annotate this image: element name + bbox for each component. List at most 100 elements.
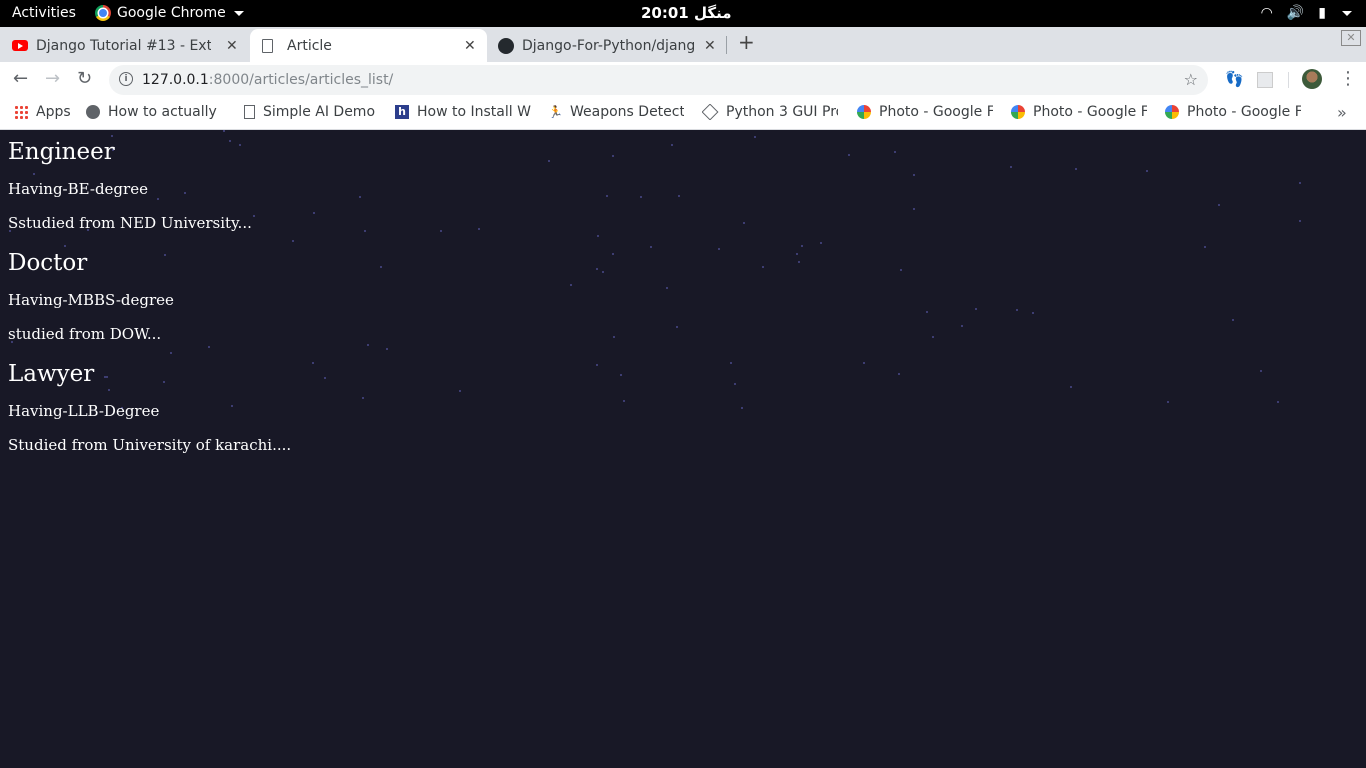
- bookmark-item[interactable]: 🏃 Weapons Detect: [548, 104, 684, 120]
- battery-icon[interactable]: ▮: [1318, 5, 1326, 21]
- bookmark-item[interactable]: How to actually: [86, 104, 224, 120]
- clock[interactable]: منگل 20:01: [641, 4, 732, 22]
- google-photos-icon: [1165, 105, 1179, 119]
- article-lawyer: Lawyer Having-LLB-Degree Studied from Un…: [8, 361, 291, 453]
- tab-title: Django-For-Python/djang: [522, 37, 694, 54]
- document-icon: [262, 38, 273, 53]
- background-star-dot: [863, 362, 865, 364]
- background-star-dot: [223, 130, 225, 132]
- background-star-dot: [734, 383, 736, 385]
- background-star-dot: [362, 397, 364, 399]
- bookmark-item[interactable]: Photo - Google F: [857, 104, 993, 120]
- background-star-dot: [975, 308, 977, 310]
- new-tab-button[interactable]: +: [738, 30, 755, 54]
- app-menu-label: Google Chrome: [117, 5, 226, 21]
- background-star-dot: [898, 373, 900, 375]
- close-tab-icon[interactable]: ✕: [464, 38, 476, 54]
- bookmark-item[interactable]: h How to Install W: [395, 104, 531, 120]
- activities-button[interactable]: Activities: [12, 5, 76, 21]
- wifi-icon[interactable]: ◠: [1261, 5, 1273, 21]
- background-star-dot: [380, 266, 382, 268]
- url-text[interactable]: 127.0.0.1:8000/articles/articles_list/: [142, 72, 393, 88]
- bookmark-apps[interactable]: Apps: [14, 104, 71, 120]
- background-star-dot: [666, 287, 668, 289]
- background-star-dot: [367, 344, 369, 346]
- extension-icon[interactable]: [1257, 72, 1273, 88]
- background-star-dot: [894, 151, 896, 153]
- address-bar[interactable]: i 127.0.0.1:8000/articles/articles_list/…: [109, 65, 1208, 95]
- background-star-dot: [1277, 401, 1279, 403]
- article-title: Lawyer: [8, 361, 95, 387]
- page-content: Engineer Having-BE-degree Sstudied from …: [0, 130, 1366, 768]
- bookmark-item[interactable]: Photo - Google F: [1011, 104, 1147, 120]
- background-star-dot: [1299, 220, 1301, 222]
- background-star-dot: [676, 326, 678, 328]
- background-star-dot: [754, 136, 756, 138]
- background-star-dot: [1167, 401, 1169, 403]
- article-snippet: studied from DOW...: [8, 325, 162, 343]
- background-star-dot: [312, 362, 314, 364]
- background-star-dot: [1070, 386, 1072, 388]
- background-star-dot: [671, 144, 673, 146]
- window-close-button[interactable]: ✕: [1341, 30, 1361, 46]
- github-icon: [498, 37, 514, 54]
- article-snippet: Studied from University of karachi....: [8, 436, 292, 454]
- extension-gnome-icon[interactable]: 👣: [1225, 70, 1244, 88]
- profile-avatar[interactable]: [1302, 69, 1322, 89]
- url-host: 127.0.0.1: [142, 72, 209, 88]
- background-star-dot: [1218, 204, 1220, 206]
- apps-grid-icon: [14, 105, 28, 119]
- google-photos-icon: [1011, 105, 1025, 119]
- bookmark-star-icon[interactable]: ☆: [1184, 70, 1198, 89]
- background-star-dot: [386, 348, 388, 350]
- bookmark-label: Python 3 GUI Pro: [726, 104, 838, 120]
- browser-toolbar: ← → ↻ i 127.0.0.1:8000/articles/articles…: [0, 62, 1366, 97]
- tab-django-tutorial[interactable]: Django Tutorial #13 - Exte ✕: [12, 29, 250, 62]
- forward-button[interactable]: →: [45, 68, 60, 89]
- app-menu[interactable]: Google Chrome: [95, 5, 244, 21]
- bookmark-item[interactable]: Python 3 GUI Pro: [702, 104, 838, 120]
- back-button[interactable]: ←: [13, 68, 28, 89]
- article-snippet: Sstudied from NED University...: [8, 214, 252, 232]
- background-star-dot: [440, 230, 442, 232]
- article-slug: Having-MBBS-degree: [8, 291, 174, 309]
- background-star-dot: [253, 215, 255, 217]
- chrome-menu-icon[interactable]: ⋮: [1339, 68, 1357, 89]
- bookmark-item[interactable]: Simple AI Demo: [242, 104, 378, 120]
- close-tab-icon[interactable]: ✕: [226, 38, 238, 54]
- background-star-dot: [478, 228, 480, 230]
- google-photos-icon: [857, 105, 871, 119]
- tab-github-repo[interactable]: Django-For-Python/djang ✕: [490, 29, 726, 62]
- background-star-dot: [762, 266, 764, 268]
- background-star-dot: [913, 208, 915, 210]
- site-info-icon[interactable]: i: [119, 72, 133, 86]
- background-star-dot: [570, 284, 572, 286]
- close-tab-icon[interactable]: ✕: [704, 38, 716, 54]
- bookmark-item[interactable]: Photo - Google F: [1165, 104, 1301, 120]
- background-star-dot: [623, 400, 625, 402]
- background-star-dot: [798, 261, 800, 263]
- volume-icon[interactable]: 🔊: [1287, 5, 1304, 21]
- background-star-dot: [164, 254, 166, 256]
- background-star-dot: [239, 144, 241, 146]
- background-star-dot: [313, 212, 315, 214]
- background-star-dot: [650, 246, 652, 248]
- background-star-dot: [33, 173, 35, 175]
- background-star-dot: [612, 253, 614, 255]
- background-star-dot: [1075, 168, 1077, 170]
- background-star-dot: [913, 174, 915, 176]
- background-star-dot: [596, 364, 598, 366]
- background-star-dot: [292, 240, 294, 242]
- more-bookmarks-icon[interactable]: »: [1337, 103, 1347, 122]
- background-star-dot: [1016, 309, 1018, 311]
- reload-button[interactable]: ↻: [77, 68, 92, 89]
- background-star-dot: [64, 245, 66, 247]
- bookmark-label: How to Install W: [417, 104, 531, 120]
- background-star-dot: [730, 362, 732, 364]
- background-star-dot: [597, 235, 599, 237]
- tab-article[interactable]: Article ✕: [250, 29, 487, 62]
- system-tray[interactable]: ◠ 🔊 ▮: [1261, 5, 1352, 21]
- caret-down-icon[interactable]: [1342, 10, 1352, 16]
- background-star-dot: [801, 245, 803, 247]
- site-icon: [86, 105, 100, 119]
